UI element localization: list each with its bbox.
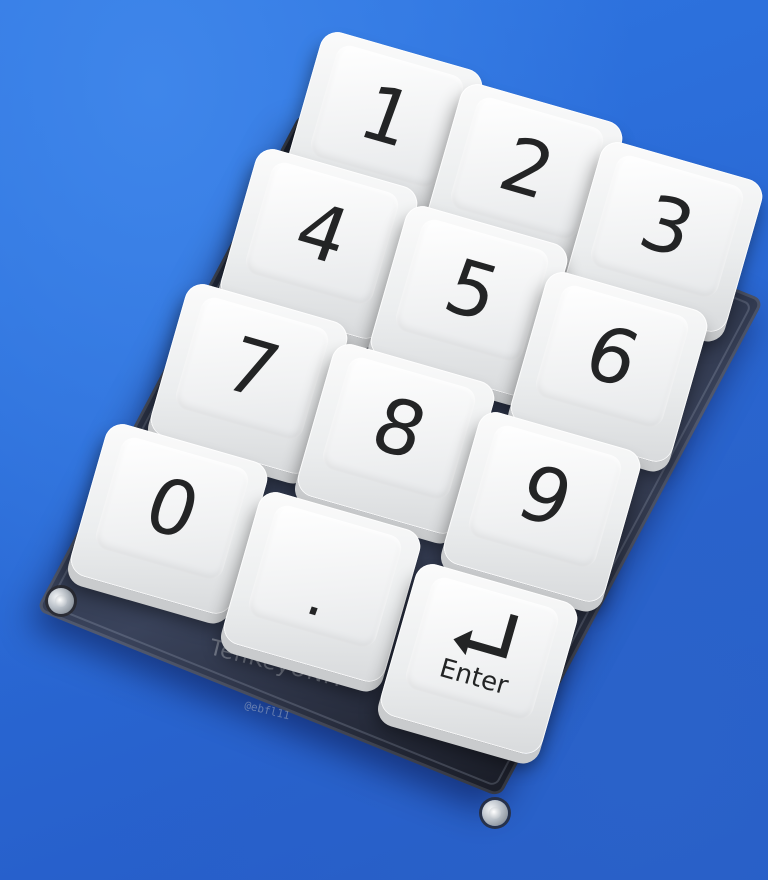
enter-legend: Enter bbox=[435, 595, 529, 701]
photo-scene: TenKeyUNIT @ebfl11 1 2 3 4 5 6 7 8 9 0 .… bbox=[0, 0, 768, 880]
key-7-label: 7 bbox=[213, 319, 291, 417]
key-4-top: 4 bbox=[242, 159, 402, 308]
key-0-top: 0 bbox=[92, 434, 252, 583]
key-7-top: 7 bbox=[172, 294, 332, 443]
key-1-label: 1 bbox=[348, 67, 426, 165]
key-6-label: 6 bbox=[573, 307, 651, 405]
key-0-label: 0 bbox=[133, 459, 211, 557]
key-6-top: 6 bbox=[532, 282, 692, 431]
key-8-top: 8 bbox=[319, 354, 479, 503]
key-3-label: 3 bbox=[628, 177, 706, 275]
key-4-label: 4 bbox=[283, 184, 361, 282]
key-5-label: 5 bbox=[433, 241, 511, 339]
key-enter-top: Enter bbox=[402, 574, 562, 723]
key-9-label: 9 bbox=[506, 447, 584, 545]
screw-bottom-right bbox=[482, 800, 508, 826]
key-9-top: 9 bbox=[465, 422, 625, 571]
key-decimal-label: . bbox=[298, 560, 341, 632]
key-decimal-top: . bbox=[245, 502, 405, 651]
key-2-label: 2 bbox=[488, 119, 566, 217]
key-8-label: 8 bbox=[360, 379, 438, 477]
key-3-top: 3 bbox=[587, 152, 747, 301]
screw-bottom-left bbox=[48, 588, 74, 614]
